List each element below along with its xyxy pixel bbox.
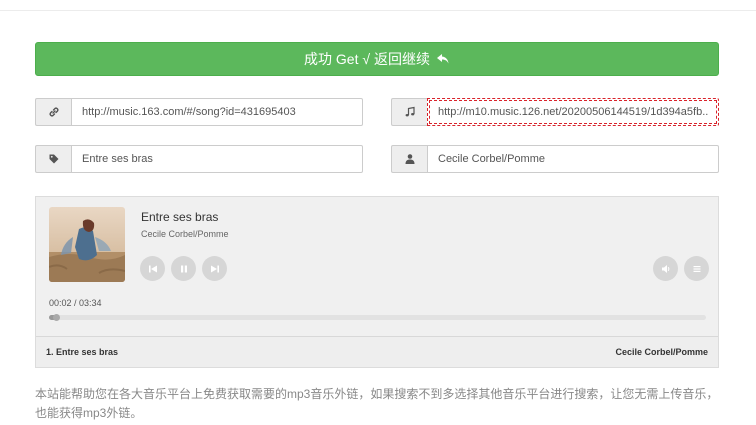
progress-bar[interactable] (49, 314, 706, 321)
volume-button[interactable] (653, 256, 678, 281)
song-title-group (35, 145, 363, 173)
mp3-url-input[interactable] (427, 98, 719, 126)
mp3-url-group (391, 98, 719, 126)
song-url-group (35, 98, 363, 126)
song-title-input[interactable] (71, 145, 363, 173)
volume-icon (661, 264, 669, 273)
playlist-item[interactable]: 1. Entre ses bras Cecile Corbel/Pomme (36, 336, 718, 367)
playlist-toggle-button[interactable] (684, 256, 709, 281)
track-artist: Cecile Corbel/Pomme (141, 229, 229, 239)
previous-button[interactable] (140, 256, 165, 281)
track-title: Entre ses bras (141, 210, 219, 224)
artist-input[interactable] (427, 145, 719, 173)
song-url-input[interactable] (71, 98, 363, 126)
site-description: 本站能帮助您在各大音乐平台上免费获取需要的mp3音乐外链，如果搜索不到多选择其他… (35, 387, 719, 420)
skip-back-icon (148, 265, 157, 272)
link-icon (35, 98, 71, 126)
success-back-button[interactable]: 成功 Get √ 返回继续 (35, 42, 719, 76)
time-display: 00:02 / 03:34 (49, 298, 102, 308)
playlist-item-artist: Cecile Corbel/Pomme (615, 347, 708, 357)
tag-icon (35, 145, 71, 173)
album-cover (49, 207, 125, 282)
back-arrow-icon (436, 54, 449, 64)
music-note-icon (391, 98, 427, 126)
pause-icon (180, 265, 187, 272)
top-divider (0, 10, 756, 11)
artist-group (391, 145, 719, 173)
progress-handle[interactable] (52, 314, 60, 321)
music-player: Entre ses bras Cecile Corbel/Pomme 00:02… (35, 196, 719, 368)
pause-button[interactable] (171, 256, 196, 281)
playlist-item-title: 1. Entre ses bras (46, 347, 119, 357)
user-icon (391, 145, 427, 173)
skip-forward-icon (210, 265, 219, 272)
next-button[interactable] (202, 256, 227, 281)
success-label: 成功 Get √ 返回继续 (304, 51, 430, 67)
menu-list-icon (693, 265, 700, 272)
